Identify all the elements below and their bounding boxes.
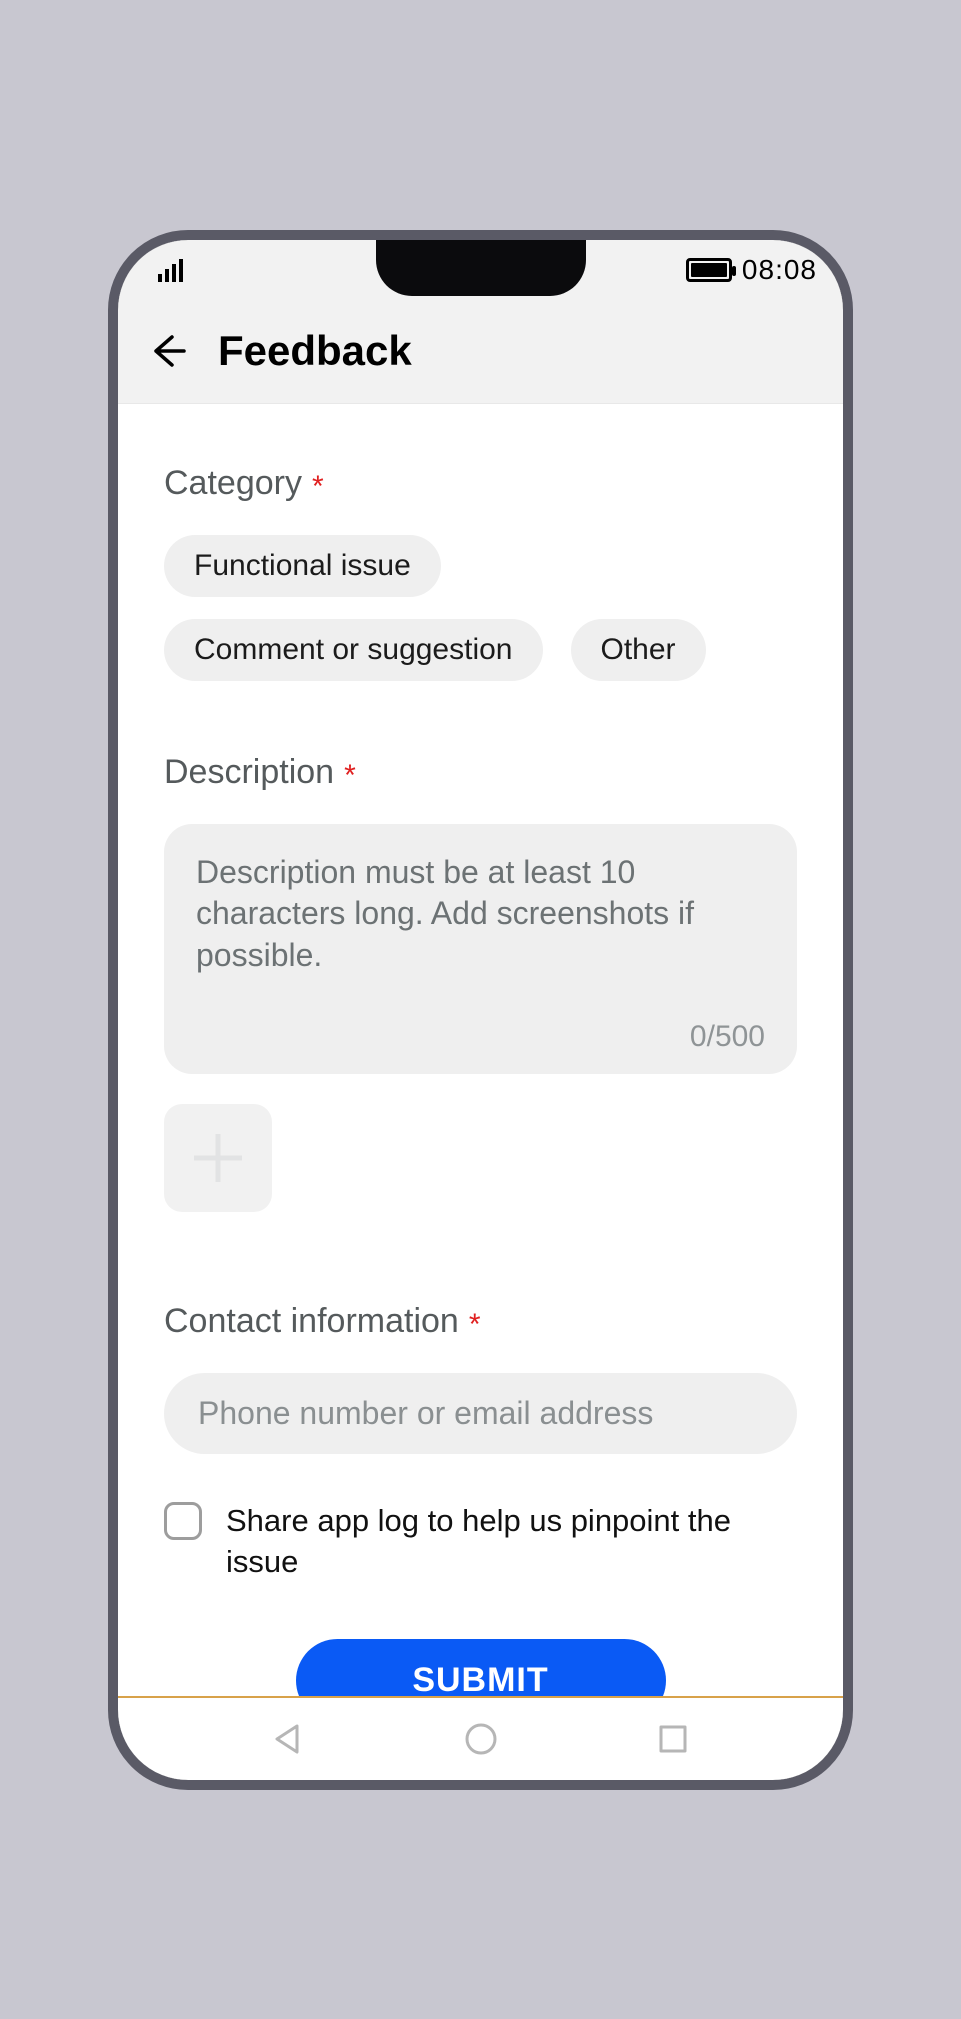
triangle-back-icon [271,1722,305,1756]
required-star-icon: * [312,470,324,504]
description-char-counter: 0/500 [196,1020,765,1054]
signal-icon [158,258,183,282]
contact-label: Contact information * [164,1302,797,1341]
required-star-icon: * [344,759,356,793]
battery-icon [686,258,732,282]
status-left [158,258,183,282]
category-label-text: Category [164,464,302,503]
phone-frame: 08:08 Feedback Category * Functional iss… [108,230,853,1790]
category-chips: Functional issue Comment or suggestion O… [164,535,797,681]
share-log-label: Share app log to help us pinpoint the is… [226,1500,797,1584]
square-recent-icon [657,1723,689,1755]
add-attachment-button[interactable] [164,1104,272,1212]
required-star-icon: * [469,1308,481,1342]
chip-comment-suggestion[interactable]: Comment or suggestion [164,619,543,681]
nav-recent-button[interactable] [651,1717,695,1761]
app-header: Feedback [118,300,843,404]
submit-row: SUBMIT [164,1639,797,1695]
description-label: Description * [164,753,797,792]
share-log-row: Share app log to help us pinpoint the is… [164,1500,797,1584]
contact-input-wrap [164,1373,797,1454]
back-button[interactable] [148,331,188,371]
system-nav-bar [118,1696,843,1780]
share-log-checkbox[interactable] [164,1502,202,1540]
page-title: Feedback [218,327,412,375]
status-time: 08:08 [742,254,817,286]
notch [376,236,586,296]
nav-home-button[interactable] [459,1717,503,1761]
chip-functional-issue[interactable]: Functional issue [164,535,441,597]
description-box: 0/500 [164,824,797,1074]
contact-input[interactable] [164,1373,797,1454]
chip-other[interactable]: Other [571,619,706,681]
circle-home-icon [463,1721,499,1757]
status-right: 08:08 [686,254,817,286]
nav-back-button[interactable] [266,1717,310,1761]
category-label: Category * [164,464,797,503]
content-area: Category * Functional issue Comment or s… [118,404,843,1696]
plus-icon [194,1134,242,1182]
arrow-left-icon [148,331,188,371]
contact-label-text: Contact information [164,1302,459,1341]
description-input[interactable] [196,852,765,1012]
submit-button[interactable]: SUBMIT [296,1639,666,1695]
description-label-text: Description [164,753,334,792]
